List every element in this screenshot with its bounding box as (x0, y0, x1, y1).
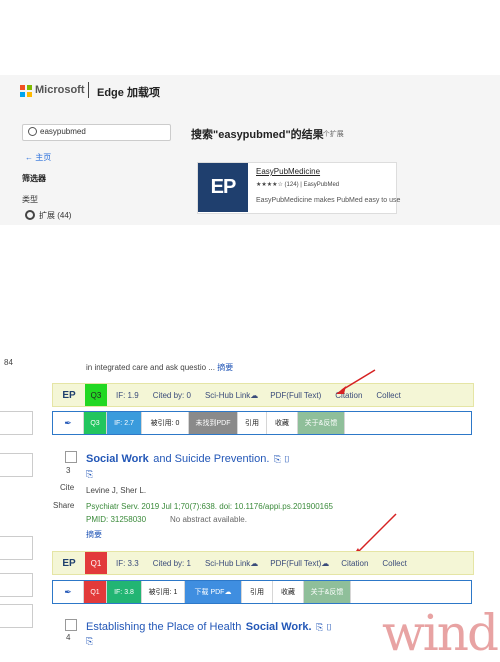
easypubmed-bar-2: EP Q1 IF: 3.3 Cited by: 1 Sci-Hub Link☁ … (52, 551, 474, 575)
watermark: wind (382, 604, 499, 662)
cloud-icon: ☁ (224, 589, 232, 596)
brand-name: Microsoft (35, 84, 85, 96)
cited-by-cn: 被引用: 1 (142, 581, 185, 603)
search-input[interactable]: easypubmed (22, 124, 171, 141)
cite-label[interactable]: Cite (60, 483, 74, 492)
article-checkbox[interactable] (65, 451, 77, 463)
article-number: 3 (66, 466, 71, 475)
type-heading: 类型 (22, 195, 38, 204)
download-pdf-label: 下载 PDF (194, 589, 225, 596)
sci-hub-label: Sci-Hub Link (204, 390, 251, 400)
extension-radio-label: 扩展 (44) (39, 211, 72, 220)
cite-button[interactable]: 引用 (238, 412, 267, 434)
collect-link[interactable]: Collect (376, 391, 400, 400)
copy-icon[interactable]: ⎘ ▯ (316, 622, 333, 632)
abstract-toggle[interactable]: 摘要 (217, 363, 233, 372)
share-label[interactable]: Share (53, 501, 74, 510)
title-bold: Social Work. (245, 621, 312, 633)
ep-logo: EP (62, 557, 76, 569)
no-abstract: No abstract available. (170, 515, 247, 524)
sidebar-box (0, 411, 33, 435)
pen-icon: ✒ (64, 417, 72, 428)
pdf-label: PDF(Full Text) (270, 558, 322, 568)
extension-name-link[interactable]: EasyPubMedicine (256, 167, 320, 176)
citation-link[interactable]: Citation (341, 559, 368, 568)
sidebar-box (0, 604, 33, 628)
extension-description: EasyPubMedicine makes PubMed easy to use (256, 197, 401, 204)
abstract-toggle-1[interactable]: 摘要 (86, 529, 102, 540)
title-rest: Establishing the Place of Health (86, 621, 242, 633)
snippet-text: in integrated care and ask questio ... (86, 363, 215, 372)
copy-icon-small[interactable]: ⎘ (86, 636, 93, 647)
cloud-icon: ☁ (250, 558, 259, 568)
easypubmed-bar-1: EP Q3 IF: 1.9 Cited by: 0 Sci-Hub Link☁ … (52, 383, 474, 407)
header-divider (88, 82, 89, 98)
cite-button[interactable]: 引用 (242, 581, 273, 603)
cited-by-cn: 被引用: 0 (142, 412, 189, 434)
ep-logo: EP (62, 389, 76, 401)
sci-hub-label: Sci-Hub Link (204, 558, 251, 568)
pmid: PMID: 31258030 (86, 515, 147, 524)
cloud-icon: ☁ (321, 558, 330, 568)
article-title-link-2[interactable]: Establishing the Place of Health Social … (86, 617, 333, 635)
home-link[interactable]: ← 主页 (25, 152, 51, 163)
search-value: easypubmed (40, 127, 86, 136)
pdf-full-text-link[interactable]: PDF(Full Text) (270, 391, 321, 400)
article-checkbox[interactable] (65, 619, 77, 631)
title-bold: Social Work (86, 453, 149, 465)
download-pdf-button[interactable]: 下载 PDF ☁ (185, 581, 242, 603)
pen-icon: ✒ (64, 586, 72, 597)
copy-icon[interactable]: ⎘ ▯ (274, 454, 291, 464)
impact-factor: IF: 1.9 (116, 390, 139, 400)
sci-hub-link[interactable]: Sci-Hub Link☁ (205, 559, 258, 568)
results-heading: 搜索"easypubmed"的结果 (191, 129, 324, 141)
filter-heading: 筛选器 (22, 174, 46, 183)
cited-by: Cited by: 1 (152, 558, 191, 568)
impact-factor-cn: IF: 3.8 (107, 581, 142, 603)
cloud-icon: ☁ (250, 390, 259, 400)
sidebar-box (0, 573, 33, 597)
extension-rating: ★★★★☆ (124) | EasyPubMed (256, 182, 340, 188)
quartile-badge-cn: Q3 (84, 412, 107, 434)
extension-radio[interactable] (25, 210, 35, 220)
partial-snippet: in integrated care and ask questio ... 摘… (86, 362, 233, 373)
quartile-badge: Q3 (85, 384, 107, 406)
easypubmed-bar-cn-2: ✒ Q1 IF: 3.8 被引用: 1 下载 PDF ☁ 引用 收藏 关于&反馈 (52, 580, 472, 604)
feedback-button[interactable]: 关于&反馈 (298, 412, 345, 434)
easypubmed-small-logo: ✒ (53, 581, 84, 603)
impact-factor: IF: 3.3 (116, 558, 139, 568)
cited-by: Cited by: 0 (152, 390, 191, 400)
microsoft-logo-icon (20, 85, 32, 97)
easypubmed-logo: EP (198, 163, 248, 212)
feedback-button[interactable]: 关于&反馈 (304, 581, 351, 603)
sci-hub-link[interactable]: Sci-Hub Link☁ (205, 391, 258, 400)
sidebar-box (0, 536, 33, 560)
authors: Levine J, Sher L. (86, 486, 147, 495)
article-number: 4 (66, 633, 71, 642)
back-arrow-icon: ← (25, 153, 36, 162)
easypubmed-bar-cn-1: ✒ Q3 IF: 2.7 被引用: 0 未找到PDF 引用 收藏 关于&反馈 (52, 411, 472, 435)
pdf-full-text-link[interactable]: PDF(Full Text)☁ (270, 559, 329, 568)
impact-factor-cn: IF: 2.7 (107, 412, 142, 434)
collect-button[interactable]: 收藏 (273, 581, 304, 603)
quartile-badge-cn: Q1 (84, 581, 107, 603)
home-link-label: 主页 (35, 153, 52, 162)
no-pdf-button[interactable]: 未找到PDF (189, 412, 238, 434)
page-title: Edge 加载项 (97, 87, 160, 99)
partial-number: 84 (4, 358, 13, 367)
copy-icon-small[interactable]: ⎘ (86, 469, 93, 480)
quartile-badge: Q1 (85, 552, 107, 574)
results-count: 44 个扩展 (313, 131, 344, 138)
search-icon (28, 127, 37, 136)
collect-link[interactable]: Collect (382, 559, 406, 568)
article-title-link[interactable]: Social Work and Suicide Prevention. ⎘ ▯ (86, 449, 290, 467)
title-rest: and Suicide Prevention. (153, 453, 270, 465)
annotation-arrow-1 (336, 369, 376, 394)
collect-button[interactable]: 收藏 (267, 412, 298, 434)
sidebar-box (0, 453, 33, 477)
article-source: Psychiatr Serv. 2019 Jul 1;70(7):638. do… (86, 502, 333, 511)
easypubmed-small-logo: ✒ (53, 412, 84, 434)
